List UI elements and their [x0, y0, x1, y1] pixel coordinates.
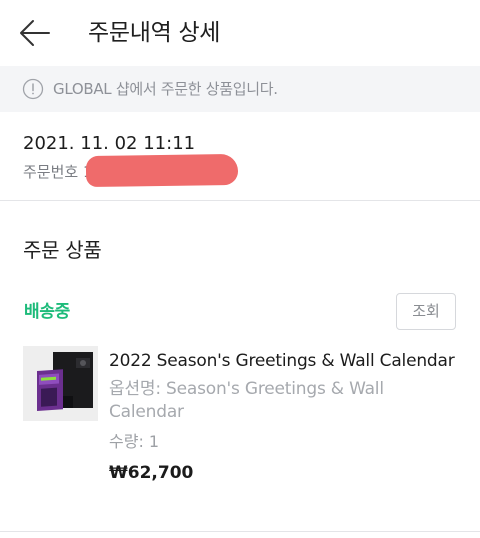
track-button[interactable]: 조회 [396, 293, 456, 330]
back-button[interactable] [18, 18, 52, 48]
arrow-left-icon [20, 20, 50, 46]
notice-banner: GLOBAL 샵에서 주문한 상품입니다. [0, 66, 480, 112]
product-name[interactable]: 2022 Season's Greetings & Wall Calendar [109, 349, 455, 373]
redaction-mark [85, 153, 239, 188]
section-title: 주문 상품 [23, 238, 102, 262]
divider [0, 200, 480, 201]
page-title: 주문내역 상세 [88, 20, 221, 46]
product-option: 옵션명: Season's Greetings & Wall Calendar [109, 379, 384, 422]
divider [0, 531, 480, 532]
header: 주문내역 상세 [0, 0, 480, 66]
order-number: 주문번호 1 [23, 163, 93, 181]
product-quantity: 수량: 1 [109, 432, 160, 451]
info-circle-icon [22, 78, 44, 100]
product-image [23, 346, 98, 421]
product-price: ₩62,700 [109, 463, 194, 483]
notice-text: GLOBAL 샵에서 주문한 상품입니다. [53, 80, 278, 98]
product-thumbnail[interactable] [23, 346, 98, 421]
order-date: 2021. 11. 02 11:11 [23, 133, 196, 154]
shipping-status: 배송중 [24, 302, 71, 322]
